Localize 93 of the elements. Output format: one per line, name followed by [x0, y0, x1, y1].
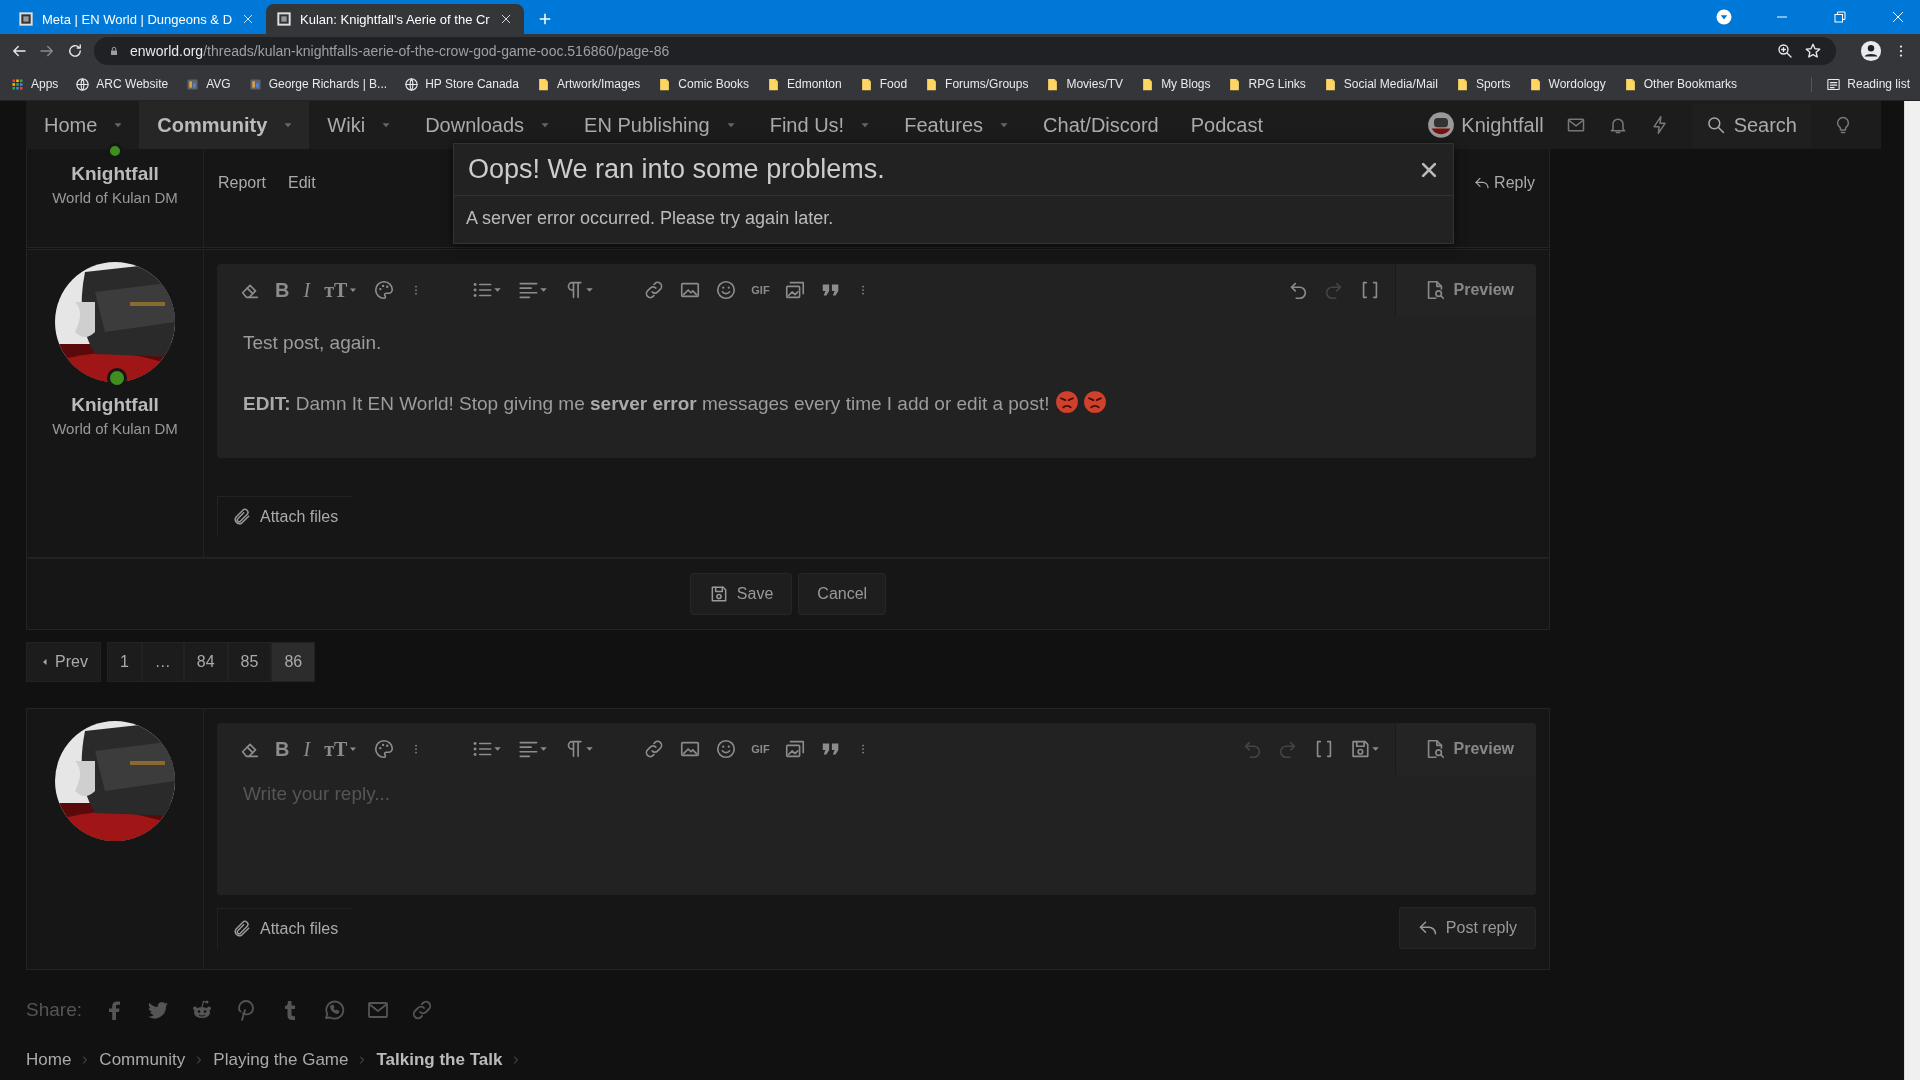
palette-icon[interactable] [373, 738, 396, 761]
preview-button[interactable]: Preview [1394, 264, 1536, 316]
nav-tab[interactable]: Downloads [407, 101, 567, 149]
post-action-link[interactable]: Edit [288, 174, 316, 192]
attach-files-button[interactable]: Attach files [217, 496, 353, 538]
page-button[interactable]: 86 [271, 642, 316, 683]
font-size-button[interactable]: ᴛT [324, 278, 360, 302]
post-text: EDIT: Damn It EN World! Stop giving me server error messages every time I add or edit a post! [243, 392, 1050, 414]
browser-tab[interactable]: Meta | EN World | Dungeons & D [8, 4, 267, 34]
italic-button[interactable]: I [303, 278, 311, 302]
previous-page-button[interactable]: Prev [26, 642, 101, 683]
font-size-button[interactable]: ᴛT [324, 737, 360, 761]
bookmark[interactable]: Forums/Groups [924, 76, 1029, 92]
error-message: A server error occurred. Please try again later. [466, 208, 834, 228]
page-button[interactable]: … [141, 642, 184, 683]
attach-files-button[interactable]: Attach files [217, 907, 353, 949]
zoom-icon[interactable] [1776, 42, 1794, 60]
share-label: Share: [26, 999, 82, 1022]
preview-button[interactable]: Preview [1394, 723, 1536, 776]
account-link[interactable]: Knightfall [1427, 111, 1544, 139]
favicon-icon [276, 11, 293, 27]
breadcrumb-link[interactable]: Community [99, 1050, 186, 1071]
bookmark[interactable]: Wordology [1527, 76, 1606, 92]
nav-tab[interactable]: Community [139, 101, 310, 149]
angry-emoji-icon [1082, 388, 1109, 415]
angry-emoji-icon [1054, 388, 1081, 415]
bookmark[interactable]: Edmonton [766, 76, 842, 92]
bookmark[interactable]: My Blogs [1140, 76, 1211, 92]
nav-tab[interactable]: Home [26, 101, 140, 149]
page-button[interactable]: 1 [106, 642, 142, 683]
bookmark[interactable]: Social Media/Mail [1322, 76, 1438, 92]
profile-icon[interactable] [1860, 40, 1882, 62]
avatar-icon [1427, 111, 1456, 139]
bookmark[interactable]: Apps [10, 76, 59, 92]
bookmark[interactable]: RPG Links [1227, 76, 1306, 92]
bookmark[interactable]: ARC Website [75, 76, 169, 92]
nav-tab[interactable]: Wiki [309, 101, 408, 149]
nav-tab[interactable]: Features [886, 101, 1026, 149]
gallery-icon[interactable] [783, 279, 806, 301]
reading-list-icon [1826, 76, 1842, 92]
bookmark[interactable]: Sports [1454, 76, 1511, 92]
bookmark[interactable]: Artwork/Images [535, 76, 641, 92]
page-button[interactable]: 84 [183, 642, 228, 683]
italic-button[interactable]: I [303, 737, 311, 761]
lock-icon [108, 45, 120, 57]
nav-tab[interactable]: EN Publishing [566, 101, 752, 149]
cancel-button[interactable]: Cancel [798, 573, 887, 616]
post-text: Test post, again. [243, 331, 383, 355]
bookmark[interactable]: Food [858, 76, 908, 92]
reading-list-button[interactable]: Reading list [1811, 76, 1910, 92]
bookmark[interactable]: Comic Books [657, 76, 749, 92]
mail-icon[interactable] [1565, 115, 1586, 135]
globe-icon [75, 76, 91, 92]
bookmark[interactable]: Other Bookmarks [1622, 76, 1738, 92]
bookmark[interactable]: Movies/TV [1045, 76, 1124, 92]
breadcrumb-link[interactable]: Talking the Talk [376, 1050, 503, 1071]
page-button[interactable]: 85 [227, 642, 272, 683]
folder-icon [766, 76, 781, 92]
user-title: World of Kulan DM [52, 420, 178, 437]
bookmark[interactable]: George Richards | B... [247, 76, 388, 92]
breadcrumb-link[interactable]: Playing the Game [213, 1050, 349, 1071]
bold-button[interactable]: B [275, 278, 290, 302]
palette-icon[interactable] [373, 279, 396, 301]
paperclip-icon [232, 918, 252, 939]
user-title: World of Kulan DM [52, 189, 178, 206]
bookmark[interactable]: HP Store Canada [404, 76, 519, 92]
text-editor[interactable]: B I ᴛT GIF Preview Test post, again. EDIT: Damn It EN World! Stop giving me server error messages every time I add or edit a post! [217, 264, 1536, 459]
post-reply-button[interactable]: Post reply [1398, 907, 1536, 950]
scrollbar[interactable] [1904, 101, 1920, 1080]
browser-tab[interactable]: Kulan: Knightfall's Aerie of the Cr [266, 4, 524, 34]
gif-button[interactable]: GIF [751, 743, 770, 756]
smiley-icon[interactable] [715, 279, 738, 301]
bookmark[interactable]: AVG [185, 76, 231, 92]
username[interactable]: Knightfall [71, 163, 159, 185]
username[interactable]: Knightfall [71, 394, 159, 416]
reply-link[interactable]: Reply [1474, 174, 1535, 192]
save-button[interactable]: Save [689, 573, 793, 616]
gif-button[interactable]: GIF [751, 284, 770, 296]
globe-icon [404, 76, 420, 92]
search-icon [1705, 115, 1726, 135]
tab-search-icon[interactable] [1714, 7, 1734, 27]
favicon-icon [18, 11, 34, 27]
reload-icon[interactable] [66, 42, 84, 60]
bold-button[interactable]: B [275, 737, 290, 761]
dialog-title: Oops! We ran into some problems. [468, 154, 886, 185]
nav-tab[interactable]: Find Us! [751, 101, 887, 149]
star-icon[interactable] [1804, 42, 1822, 60]
smiley-icon[interactable] [715, 738, 738, 761]
post-action-link[interactable]: Report [218, 174, 267, 192]
paperclip-icon [232, 507, 252, 528]
breadcrumb-link[interactable]: Home [26, 1050, 72, 1071]
address-bar[interactable]: enworld.org/threads/kulan-knightfalls-aerie-of-the-crow-god-game-ooc.516860/page-86 [94, 37, 1836, 65]
reply-icon [1474, 175, 1491, 191]
